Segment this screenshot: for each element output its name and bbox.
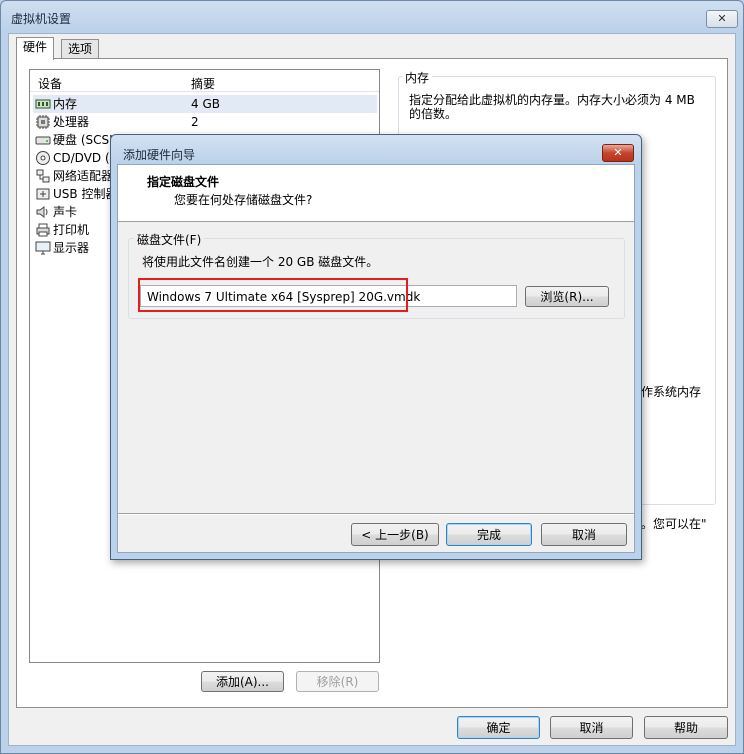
device-name: 显示器 xyxy=(53,241,90,255)
ok-button[interactable]: 确定 xyxy=(457,716,540,739)
device-summary: 4 GB xyxy=(191,97,220,111)
disk-file-group-label: 磁盘文件(F) xyxy=(134,231,205,248)
finish-button[interactable]: 完成 xyxy=(446,523,532,546)
memory-icon xyxy=(35,96,51,112)
disk-file-info: 将使用此文件名创建一个 20 GB 磁盘文件。 xyxy=(142,255,379,269)
add-hardware-wizard: 添加硬件向导 ✕ 指定磁盘文件 您要在何处存储磁盘文件? 磁盘文件(F) 将使用… xyxy=(110,134,642,560)
device-name: 硬盘 (SCSI xyxy=(53,133,113,147)
device-summary: 2 xyxy=(191,115,199,129)
monitor-icon xyxy=(35,240,51,256)
column-header-device[interactable]: 设备 xyxy=(38,75,62,92)
network-icon xyxy=(35,168,51,184)
memory-group-label: 内存 xyxy=(402,69,433,86)
cancel-button[interactable]: 取消 xyxy=(550,716,633,739)
device-name: 打印机 xyxy=(53,223,90,237)
header-divider xyxy=(30,91,379,92)
device-name: 网络适配器 xyxy=(53,169,114,183)
annotation-highlight-box xyxy=(138,278,408,312)
column-header-summary[interactable]: 摘要 xyxy=(191,75,215,92)
cd-icon xyxy=(35,150,51,166)
wizard-subheading: 您要在何处存储磁盘文件? xyxy=(174,193,313,207)
window-title: 虚拟机设置 xyxy=(11,12,72,26)
wizard-client: 指定磁盘文件 您要在何处存储磁盘文件? 磁盘文件(F) 将使用此文件名创建一个 … xyxy=(117,164,635,553)
memory-text-fragment: 。您可以在" xyxy=(641,517,707,531)
remove-device-button[interactable]: 移除(R) xyxy=(296,671,379,692)
tab-options[interactable]: 选项 xyxy=(61,39,100,59)
add-device-button[interactable]: 添加(A)... xyxy=(201,671,284,692)
browse-button[interactable]: 浏览(R)... xyxy=(525,286,609,307)
device-row-cpu[interactable]: 处理器 2 xyxy=(33,113,377,131)
back-button[interactable]: < 上一步(B) xyxy=(351,523,439,546)
device-name: USB 控制器 xyxy=(53,187,118,201)
close-icon[interactable]: ✕ xyxy=(602,144,634,162)
wizard-footer-divider xyxy=(118,513,634,515)
close-icon[interactable]: ✕ xyxy=(706,10,738,28)
wizard-header: 指定磁盘文件 您要在何处存储磁盘文件? xyxy=(118,165,634,222)
device-name: 声卡 xyxy=(53,205,78,219)
wizard-body: 磁盘文件(F) 将使用此文件名创建一个 20 GB 磁盘文件。 Windows … xyxy=(118,222,634,517)
help-button[interactable]: 帮助 xyxy=(644,716,728,739)
speaker-icon xyxy=(35,204,51,220)
wizard-cancel-button[interactable]: 取消 xyxy=(541,523,627,546)
device-name: CD/DVD (S xyxy=(53,151,118,165)
tab-hardware[interactable]: 硬件 xyxy=(16,37,55,60)
memory-description-line2: 的倍数。 xyxy=(409,107,458,121)
device-name: 内存 xyxy=(53,97,78,111)
device-name: 处理器 xyxy=(53,115,90,129)
printer-icon xyxy=(35,222,51,238)
usb-icon xyxy=(35,186,51,202)
disk-icon xyxy=(35,132,51,148)
cpu-icon xyxy=(35,114,51,130)
device-row-memory[interactable]: 内存 4 GB xyxy=(33,95,377,113)
wizard-heading: 指定磁盘文件 xyxy=(147,175,220,189)
memory-text-fragment: 作系统内存 xyxy=(641,385,702,399)
wizard-title: 添加硬件向导 xyxy=(123,148,196,162)
